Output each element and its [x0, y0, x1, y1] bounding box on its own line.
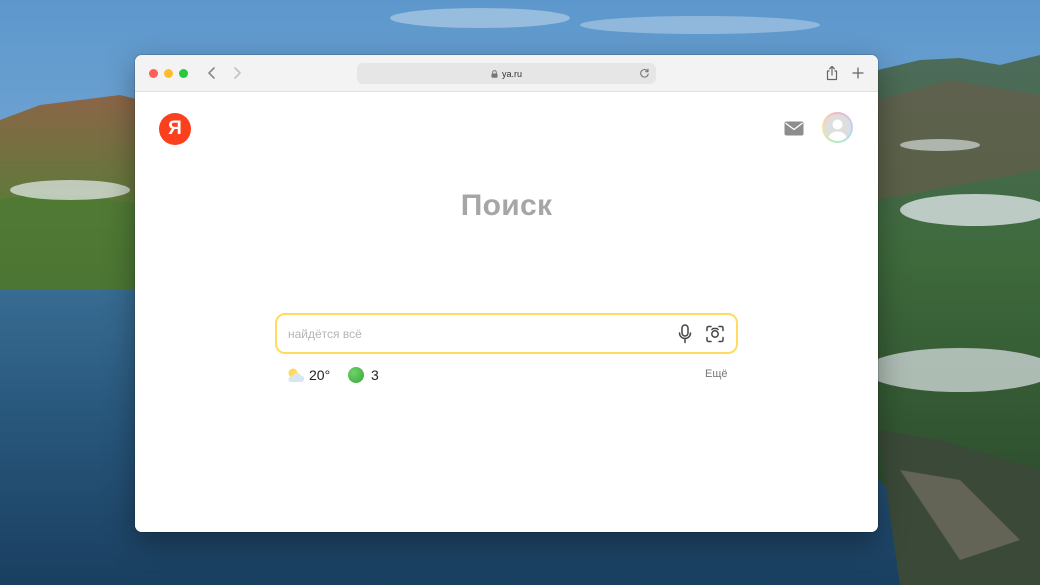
minimize-window-button[interactable] [164, 69, 173, 78]
chevron-right-icon [234, 67, 241, 79]
browser-window: ya.ru Я Поиск найдётся всё 20° 3 Ещё [135, 55, 878, 532]
search-box [275, 313, 738, 354]
address-bar[interactable]: ya.ru [357, 63, 656, 84]
traffic-score: 3 [371, 367, 379, 383]
address-url: ya.ru [501, 68, 522, 79]
back-button[interactable] [204, 64, 220, 82]
lock-icon [491, 69, 498, 78]
browser-toolbar: ya.ru [135, 55, 878, 92]
search-input[interactable] [288, 324, 658, 344]
share-icon[interactable] [824, 65, 840, 81]
close-window-button[interactable] [149, 69, 158, 78]
partly-cloudy-icon [285, 367, 305, 383]
page-content: Я Поиск 20° 3 [135, 92, 878, 532]
chevron-left-icon [208, 67, 215, 79]
page-title: Поиск [460, 189, 553, 222]
user-silhouette-icon [824, 114, 851, 141]
forward-button[interactable] [229, 64, 245, 82]
maximize-window-button[interactable] [179, 69, 188, 78]
new-tab-icon[interactable] [850, 65, 866, 81]
camera-search-icon[interactable] [705, 325, 725, 343]
more-link[interactable]: Ещё [705, 368, 728, 380]
reload-icon[interactable] [639, 68, 650, 79]
traffic-green-icon [348, 367, 364, 383]
yandex-logo[interactable]: Я [159, 113, 191, 145]
traffic-widget[interactable]: 3 [348, 365, 379, 385]
weather-widget[interactable]: 20° [285, 365, 330, 385]
microphone-icon[interactable] [677, 324, 693, 344]
mail-icon[interactable] [784, 121, 804, 136]
weather-temperature: 20° [309, 367, 331, 383]
avatar[interactable] [822, 112, 853, 143]
